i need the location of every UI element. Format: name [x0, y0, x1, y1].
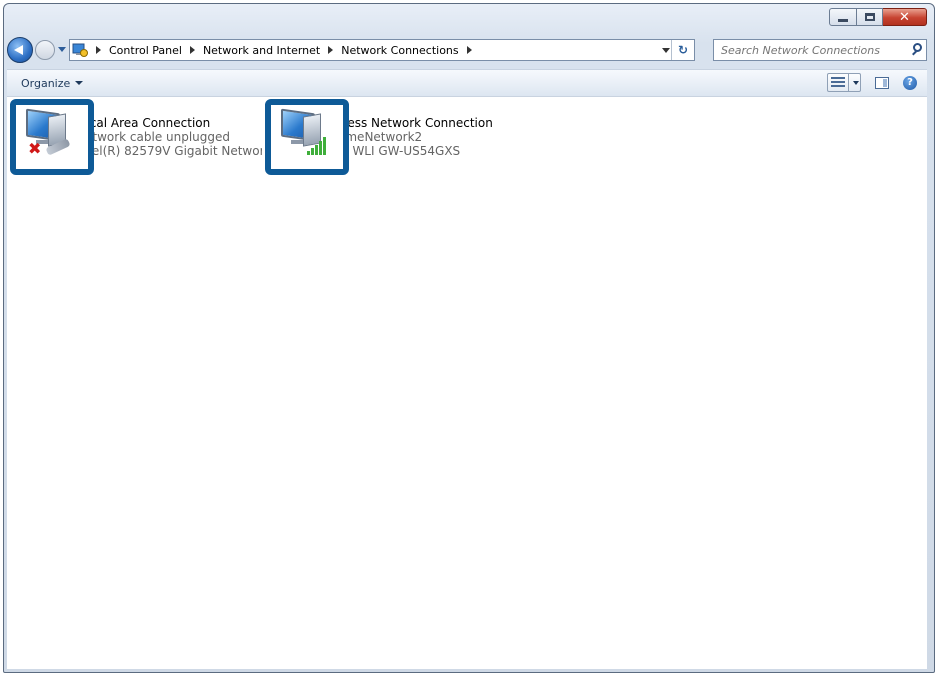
connection-name: Local Area Connection	[90, 116, 211, 130]
back-button[interactable]	[7, 37, 33, 63]
connection-labels: Wireless Network Connection HomeNetwork2…	[349, 116, 525, 162]
change-view-button[interactable]	[827, 73, 861, 92]
preview-pane-button[interactable]	[875, 76, 889, 89]
minimize-button[interactable]	[829, 8, 857, 26]
close-icon: ✕	[899, 9, 910, 25]
maximize-button[interactable]	[857, 8, 883, 26]
search-box[interactable]	[713, 39, 927, 61]
address-bar[interactable]: Control Panel Network and Internet Netwo…	[69, 39, 695, 61]
organize-menu[interactable]: Organize	[21, 76, 84, 90]
wireless-network-signal-icon	[281, 108, 331, 159]
caption-buttons: ✕	[829, 8, 927, 26]
connections-list: ✖ Local Area Connection Network cable un…	[7, 96, 927, 669]
wired-network-disconnected-icon: ✖	[26, 108, 76, 159]
explorer-window: ✕ Control Panel Network and Internet Net…	[3, 3, 935, 673]
address-history-dropdown[interactable]	[662, 48, 670, 53]
maximize-icon	[864, 13, 875, 21]
connection-status: Network cable unplugged	[90, 130, 231, 144]
breadcrumb-network-and-internet[interactable]: Network and Internet	[203, 44, 320, 57]
breadcrumb-separator[interactable]	[96, 46, 101, 54]
connection-status: HomeNetwork2	[349, 130, 423, 144]
close-button[interactable]: ✕	[883, 8, 927, 26]
breadcrumb-control-panel[interactable]: Control Panel	[109, 44, 182, 57]
connection-device: BUFFALO WLI GW-US54GXS	[349, 144, 461, 158]
minimize-icon	[838, 18, 848, 22]
highlight-frame	[265, 99, 349, 175]
highlight-frame: ✖	[10, 99, 94, 175]
breadcrumb-network-connections[interactable]: Network Connections	[341, 44, 458, 57]
connection-device: Intel(R) 82579V Gigabit Network Connecti…	[90, 144, 262, 158]
signal-strength-icon	[307, 137, 327, 155]
recent-pages-dropdown[interactable]	[58, 47, 66, 52]
organize-label: Organize	[21, 76, 71, 90]
breadcrumb-separator[interactable]	[466, 46, 472, 54]
toolbar-right-group: ?	[827, 73, 917, 92]
connection-name: Wireless Network Connection	[349, 116, 493, 130]
search-icon[interactable]	[913, 43, 922, 52]
chevron-down-icon[interactable]	[853, 80, 859, 85]
navigation-bar: Control Panel Network and Internet Netwo…	[7, 37, 927, 63]
command-bar: Organize ?	[7, 69, 927, 96]
view-details-icon	[831, 76, 845, 89]
connection-item-local-area[interactable]: ✖ Local Area Connection Network cable un…	[10, 99, 265, 177]
chevron-down-icon	[75, 81, 84, 85]
split-button-divider	[848, 74, 849, 91]
control-panel-icon	[72, 42, 88, 58]
breadcrumb-separator[interactable]	[189, 46, 195, 54]
refresh-button[interactable]: ↻	[671, 40, 694, 60]
help-button[interactable]: ?	[903, 75, 917, 90]
search-input[interactable]	[719, 42, 903, 58]
connection-item-wireless[interactable]: Wireless Network Connection HomeNetwork2…	[265, 99, 525, 177]
breadcrumb-separator[interactable]	[328, 46, 334, 54]
error-x-icon: ✖	[28, 139, 42, 158]
forward-button[interactable]	[35, 40, 55, 60]
